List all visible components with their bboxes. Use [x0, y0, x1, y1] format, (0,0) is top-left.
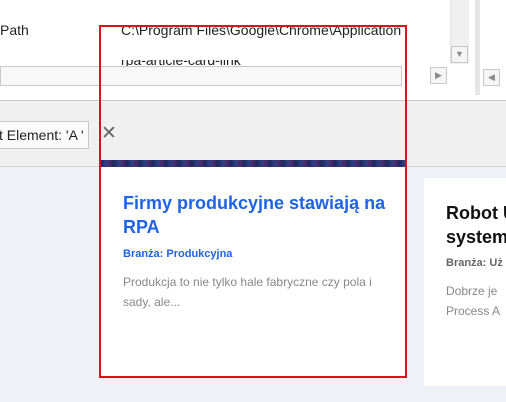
article-card-title[interactable]: Robot U system: [446, 201, 506, 249]
horizontal-scrollbar[interactable]: [0, 66, 402, 86]
filter-bar: t Element: 'A ' ✕: [0, 101, 506, 167]
article-card-category: Branża: Produkcyjna: [123, 248, 233, 260]
article-card-title-line: system: [446, 227, 506, 247]
article-card-excerpt-line: Dobrze je: [446, 284, 498, 298]
property-value-path[interactable]: C:\Program Files\Google\Chrome\Applicati…: [121, 22, 450, 38]
article-card[interactable]: Firmy produkcyjne stawiają na RPA Branża…: [101, 167, 405, 376]
scroll-right-button[interactable]: ▶: [430, 67, 447, 84]
property-label-path: Path: [0, 22, 29, 38]
properties-panel: Path C:\Program Files\Google\Chrome\Appl…: [0, 0, 506, 101]
close-icon[interactable]: ✕: [97, 121, 121, 149]
article-card-excerpt: Dobrze je Process A: [446, 281, 506, 321]
article-card-excerpt-line: Process A: [446, 304, 501, 318]
article-card[interactable]: Robot U system Branża: Uż Dobrze je Proc…: [424, 178, 506, 386]
article-card-category: Branża: Uż: [446, 257, 503, 269]
scroll-down-button[interactable]: ▼: [451, 46, 468, 63]
panel-splitter[interactable]: [475, 0, 480, 95]
article-card-excerpt: Produkcja to nie tylko hale fabryczne cz…: [123, 275, 372, 309]
article-card-title-line: Robot U: [446, 203, 506, 223]
scroll-left-button[interactable]: ◀: [483, 69, 500, 86]
element-filter-chip[interactable]: t Element: 'A ': [0, 121, 89, 149]
article-card-title[interactable]: Firmy produkcyjne stawiają na RPA: [123, 191, 393, 239]
